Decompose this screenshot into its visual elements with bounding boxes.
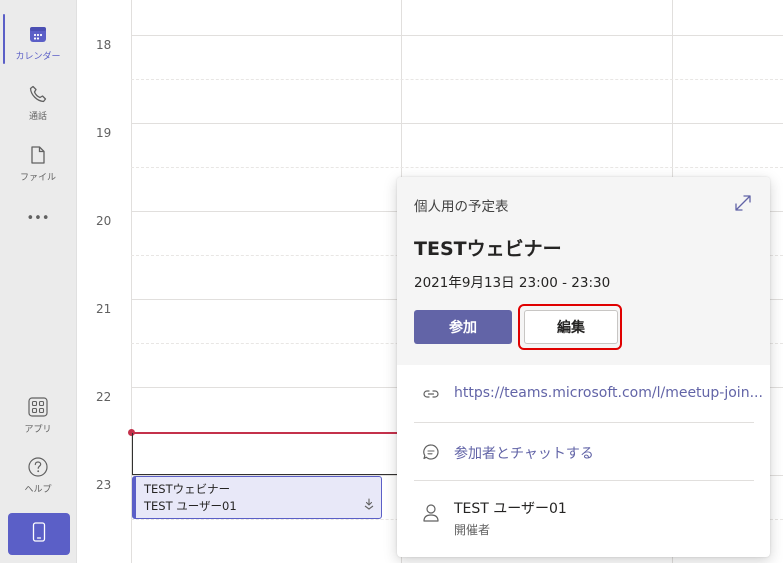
rail-label-calendar: カレンダー	[15, 52, 61, 62]
apps-icon	[26, 395, 50, 419]
rail-item-calendar[interactable]: カレンダー	[2, 22, 74, 78]
organizer-row: TEST ユーザー01 開催者	[397, 481, 770, 551]
hour-label: 23	[96, 478, 112, 492]
edit-highlight-box	[518, 304, 622, 350]
event-organizer: TEST ユーザー01	[144, 499, 237, 513]
mobile-icon	[32, 522, 46, 546]
help-icon	[26, 455, 50, 479]
rail-label-help: ヘルプ	[24, 485, 52, 495]
selected-time-slot[interactable]	[132, 433, 400, 475]
link-icon	[422, 385, 440, 407]
event-details-card: 個人用の予定表 TESTウェビナー 2021年9月13日 23:00 - 23:…	[397, 177, 770, 557]
event-title: TESTウェビナー	[144, 482, 231, 496]
join-button[interactable]: 参加	[414, 310, 512, 344]
hour-label: 22	[96, 390, 112, 404]
chat-row[interactable]: 参加者とチャットする	[397, 423, 770, 481]
rail-item-calls[interactable]: 通話	[2, 82, 74, 138]
hour-label: 19	[96, 126, 112, 140]
app-rail: カレンダー 通話 ファイル ••• アプリ ヘルプ	[0, 0, 77, 563]
hour-line	[131, 123, 783, 124]
rail-item-more[interactable]: •••	[2, 211, 74, 231]
rail-item-help[interactable]: ヘルプ	[2, 455, 74, 511]
calendar-icon	[26, 22, 50, 46]
file-icon	[26, 143, 50, 167]
hour-label: 20	[96, 214, 112, 228]
half-hour-line	[131, 79, 783, 80]
calendar-name: 個人用の予定表	[414, 199, 509, 215]
hour-label: 21	[96, 302, 112, 316]
hour-line	[131, 35, 783, 36]
rail-label-apps: アプリ	[24, 425, 52, 435]
rail-item-files[interactable]: ファイル	[2, 143, 74, 199]
chat-icon	[422, 443, 440, 465]
chat-with-participants[interactable]: 参加者とチャットする	[454, 443, 594, 463]
organizer-role: 開催者	[454, 523, 491, 537]
event-title: TESTウェビナー	[414, 238, 562, 260]
rail-label-files: ファイル	[19, 173, 56, 183]
rail-item-apps[interactable]: アプリ	[2, 395, 74, 451]
half-hour-line	[131, 167, 783, 168]
organizer-name: TEST ユーザー01	[454, 501, 567, 517]
rail-label-calls: 通話	[28, 112, 47, 122]
more-icon: •••	[26, 211, 50, 226]
hour-column: 18 19 20 21 22 23	[77, 0, 131, 563]
person-icon	[422, 503, 440, 527]
mobile-app-button[interactable]	[8, 513, 70, 555]
meeting-link-row[interactable]: https://teams.microsoft.com/l/meetup-joi…	[397, 365, 770, 423]
meeting-link[interactable]: https://teams.microsoft.com/l/meetup-joi…	[454, 385, 763, 401]
event-datetime: 2021年9月13日 23:00 - 23:30	[414, 275, 611, 291]
expand-icon[interactable]	[734, 194, 752, 216]
phone-icon	[26, 82, 50, 106]
hour-label: 18	[96, 38, 112, 52]
calendar-event[interactable]: TESTウェビナー TEST ユーザー01	[132, 476, 382, 519]
webinar-icon	[363, 495, 375, 514]
